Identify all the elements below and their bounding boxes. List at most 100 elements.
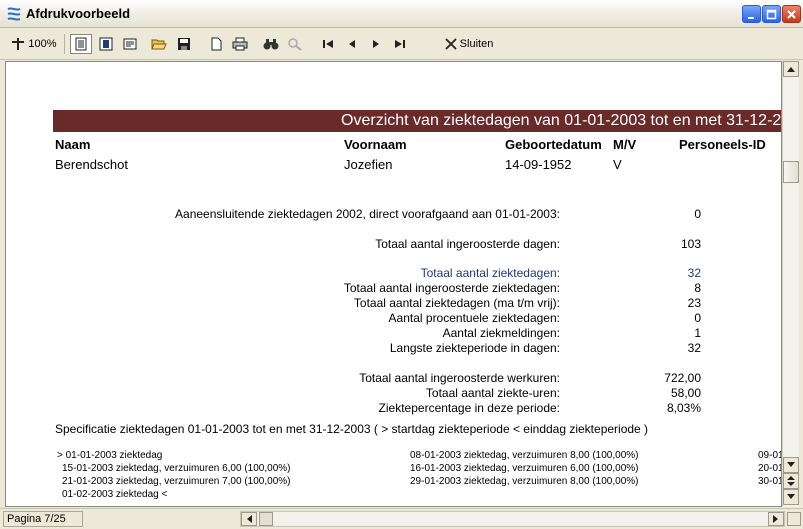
status-bar: Pagina 7/25 bbox=[0, 508, 803, 529]
header-personeels-id: Personeels-ID bbox=[679, 137, 766, 152]
scroll-down-button[interactable] bbox=[783, 457, 799, 473]
find-next-button[interactable] bbox=[284, 34, 306, 54]
stat-label: Aaneensluitende ziektedagen 2002, direct… bbox=[175, 207, 560, 221]
close-icon bbox=[787, 10, 796, 19]
close-window-button[interactable] bbox=[782, 5, 801, 23]
detail-item: 16-01-2003 ziektedag, verzuimuren 6,00 (… bbox=[410, 463, 639, 474]
stat-value: 722,00 bbox=[664, 371, 701, 385]
page-down-button[interactable] bbox=[783, 489, 799, 505]
find-next-icon bbox=[288, 38, 302, 51]
binoculars-icon bbox=[263, 39, 279, 50]
stat-value: 0 bbox=[694, 311, 701, 325]
detail-item: 29-01-2003 ziektedag, verzuimuren 8,00 (… bbox=[410, 476, 639, 487]
stat-value: 58,00 bbox=[670, 386, 701, 400]
next-page-button[interactable] bbox=[366, 34, 386, 54]
header-naam: Naam bbox=[55, 137, 91, 152]
stat-value: 32 bbox=[687, 341, 701, 355]
size-grip[interactable] bbox=[787, 512, 801, 526]
header-voornaam: Voornaam bbox=[344, 137, 407, 152]
toolbar: 100% Sluiten bbox=[0, 28, 803, 60]
print-button[interactable] bbox=[229, 34, 251, 54]
stat-value: 0 bbox=[694, 207, 701, 221]
stat-label: Aantal procentuele ziektedagen: bbox=[388, 311, 560, 325]
title-bar: Afdrukvoorbeeld bbox=[0, 0, 803, 28]
x-icon bbox=[445, 38, 457, 50]
header-mv: M/V bbox=[613, 137, 637, 152]
report-title: Overzicht van ziektedagen van 01-01-2003… bbox=[341, 112, 782, 129]
scroll-left-button[interactable] bbox=[241, 512, 257, 526]
stat-label: Aantal ziekmeldingen: bbox=[442, 326, 560, 340]
specification-heading: Specificatie ziektedagen 01-01-2003 tot … bbox=[55, 422, 649, 436]
stat-value: 8,03% bbox=[666, 401, 701, 415]
two-pages-icon bbox=[99, 37, 113, 51]
stat-value: 23 bbox=[687, 296, 701, 310]
two-pages-button[interactable] bbox=[95, 34, 117, 54]
find-button[interactable] bbox=[260, 34, 282, 54]
close-preview-button[interactable]: Sluiten bbox=[438, 34, 500, 54]
detail-item: 20-01- bbox=[758, 463, 781, 474]
maximize-icon bbox=[766, 9, 777, 20]
employee-voornaam: Jozefien bbox=[344, 157, 393, 172]
horizontal-scrollbar[interactable] bbox=[240, 511, 785, 527]
stat-label: Ziektepercentage in deze periode: bbox=[378, 401, 560, 415]
report-preview[interactable]: Overzicht van ziektedagen van 01-01-2003… bbox=[5, 61, 782, 507]
stat-label: Totaal aantal ziektedagen (ma t/m vrij): bbox=[353, 296, 560, 310]
stat-value: 1 bbox=[694, 326, 701, 340]
new-page-button[interactable] bbox=[205, 34, 227, 54]
stat-value: 8 bbox=[694, 281, 701, 295]
vertical-scroll-thumb[interactable] bbox=[783, 161, 799, 183]
maximize-button[interactable] bbox=[762, 5, 781, 23]
vertical-scrollbar[interactable] bbox=[782, 61, 799, 507]
scroll-up-button[interactable] bbox=[783, 61, 799, 77]
zoom-icon bbox=[12, 38, 25, 50]
stat-value: 103 bbox=[680, 237, 701, 251]
last-page-icon bbox=[395, 40, 405, 48]
arrow-down-icon bbox=[787, 462, 795, 467]
arrow-up-icon bbox=[787, 67, 795, 72]
detail-item: 01-02-2003 ziektedag < bbox=[62, 489, 168, 500]
last-page-button[interactable] bbox=[390, 34, 410, 54]
first-page-button[interactable] bbox=[318, 34, 338, 54]
detail-item: 30-01- bbox=[758, 476, 781, 487]
report-title-banner: Overzicht van ziektedagen van 01-01-2003… bbox=[53, 110, 782, 132]
first-page-icon bbox=[323, 40, 333, 48]
open-button[interactable] bbox=[148, 34, 170, 54]
employee-geboortedatum: 14-09-1952 bbox=[505, 157, 572, 172]
blank-page-icon bbox=[211, 37, 222, 51]
arrow-right-icon bbox=[773, 515, 778, 523]
minimize-button[interactable] bbox=[742, 5, 761, 23]
page-indicator: Pagina 7/25 bbox=[3, 511, 83, 527]
multi-page-button[interactable] bbox=[119, 34, 141, 54]
previous-page-button[interactable] bbox=[342, 34, 362, 54]
previous-page-icon bbox=[349, 40, 355, 48]
minimize-icon bbox=[748, 17, 754, 19]
stat-label: Totaal aantal ingeroosterde werkuren: bbox=[359, 371, 560, 385]
stat-label: Totaal aantal ziekte-uren: bbox=[425, 386, 560, 400]
printer-icon bbox=[232, 37, 248, 51]
arrow-left-icon bbox=[247, 515, 252, 523]
stat-label: Totaal aantal ingeroosterde ziektedagen: bbox=[343, 281, 560, 295]
close-preview-label: Sluiten bbox=[459, 38, 494, 50]
window-title: Afdrukvoorbeeld bbox=[26, 6, 131, 21]
zoom-button[interactable]: 100% bbox=[8, 34, 60, 54]
next-page-icon bbox=[373, 40, 379, 48]
header-geboortedatum: Geboortedatum bbox=[505, 137, 602, 152]
horizontal-scroll-thumb[interactable] bbox=[259, 512, 273, 526]
stat-label: Totaal aantal ingeroosterde dagen: bbox=[375, 237, 560, 251]
stat-label: Totaal aantal ziektedagen: bbox=[420, 266, 560, 280]
single-page-button[interactable] bbox=[70, 34, 92, 54]
save-button[interactable] bbox=[173, 34, 195, 54]
scroll-right-button[interactable] bbox=[768, 512, 784, 526]
detail-item: 09-01- bbox=[758, 450, 781, 461]
save-icon bbox=[178, 38, 190, 50]
detail-item: 15-01-2003 ziektedag, verzuimuren 6,00 (… bbox=[62, 463, 291, 474]
single-page-icon bbox=[75, 37, 87, 51]
app-icon bbox=[7, 7, 21, 21]
detail-item: 21-01-2003 ziektedag, verzuimuren 7,00 (… bbox=[62, 476, 291, 487]
stat-label: Langste ziekteperiode in dagen: bbox=[389, 341, 560, 355]
zoom-level: 100% bbox=[28, 38, 57, 50]
detail-item: 08-01-2003 ziektedag, verzuimuren 8,00 (… bbox=[410, 450, 639, 461]
page-up-button[interactable] bbox=[783, 473, 799, 489]
employee-mv: V bbox=[613, 157, 622, 172]
arrow-down-icon bbox=[787, 494, 795, 499]
